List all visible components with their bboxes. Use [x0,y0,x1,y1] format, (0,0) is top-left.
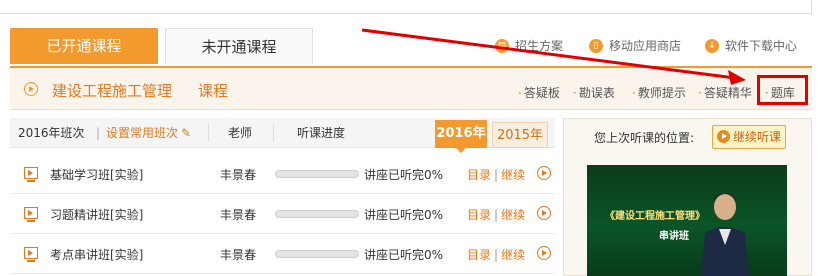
play-icon [717,130,730,143]
progress-status: 讲座已听完0% [364,248,444,262]
teacher-name: 丰景春 [220,248,257,262]
action-separator: | [494,208,499,222]
lecturer-image [701,193,749,276]
progress-status: 讲座已听完0% [364,168,444,182]
continue-link[interactable]: 继续 [501,208,525,222]
video-monitor-icon [24,247,38,262]
active-year-caret [456,148,466,153]
set-common-class-link[interactable]: 设置常用班次 ✎ [106,118,193,148]
tab-unopened-courses[interactable]: 未开通课程 [165,28,313,64]
teacher-header: 老师 [228,126,253,140]
class-name[interactable]: 基础学习班[实验] [50,166,143,183]
class-year-label: 2016年班次 [18,126,85,140]
catalog-link[interactable]: 目录 [467,208,491,222]
column-divider [208,124,209,142]
video-monitor-icon [24,207,38,222]
errata-link[interactable]: · 勘误表 [573,84,615,101]
enroll-plan-label: 招生方案 [515,39,564,53]
table-row: 基础学习班[实验] 丰景春 讲座已听完0% 目录 | 继续 [10,154,555,194]
top-border-band [0,0,812,14]
software-download-label: 软件下载中心 [725,39,798,53]
video-monitor-icon [24,167,38,182]
progress-bar [275,210,359,218]
table-row: 习题精讲班[实验] 丰景春 讲座已听完0% 目录 | 继续 [10,194,555,234]
progress-bar [275,250,359,258]
teacher-tips-link[interactable]: · 教师提示 [632,84,686,101]
highlight-box [757,75,808,105]
action-separator: | [494,248,499,262]
play-circle-icon[interactable] [537,246,551,260]
thumbnail-title: 《建设工程施工管理》 [605,211,705,222]
column-divider [273,124,274,142]
teacher-name: 丰景春 [220,168,257,182]
last-position-label: 您上次听课的位置: [594,131,695,145]
software-download-link[interactable]: ↓ 软件下载中心 [705,38,797,54]
table-row: 考点串讲班[实验] 丰景春 讲座已听完0% 目录 | 继续 [10,234,555,274]
class-name[interactable]: 考点串讲班[实验] [50,246,143,263]
download-icon: ↓ [705,39,719,53]
catalog-link[interactable]: 目录 [467,248,491,262]
continue-link[interactable]: 继续 [501,168,525,182]
mobile-store-label: 移动应用商店 [609,39,682,53]
qa-board-link[interactable]: · 答疑板 [518,84,560,101]
header-separator: | [96,126,101,140]
table-header: 2016年班次 | 设置常用班次 ✎ 老师 听课进度 2016年 2015年 [10,118,555,153]
year-tab-2015[interactable]: 2015年 [492,122,548,148]
action-separator: | [494,168,499,182]
video-thumbnail[interactable]: 《建设工程施工管理》 串讲班 [587,165,787,276]
play-circle-icon [24,82,38,96]
course-subtitle: 课程 [198,82,229,100]
mobile-store-link[interactable]: ▯ 移动应用商店 [589,38,681,54]
progress-bar [275,170,359,178]
play-circle-icon[interactable] [537,166,551,180]
course-title[interactable]: 建设工程施工管理 [52,80,172,101]
course-header: 建设工程施工管理 课程 · 答疑板 · 勘误表 · 教师提示 · 答疑精华 · 题库 [10,66,812,110]
progress-status: 讲座已听完0% [364,208,444,222]
qa-essence-link[interactable]: · 答疑精华 [698,84,752,101]
continue-listening-button[interactable]: 继续听课 [712,125,786,149]
progress-header: 听课进度 [297,126,346,140]
class-name[interactable]: 习题精讲班[实验] [50,206,143,223]
catalog-link[interactable]: 目录 [467,168,491,182]
phone-icon: ▯ [589,39,603,53]
thumbnail-subtitle: 串讲班 [659,231,689,242]
year-tab-2016[interactable]: 2016年 [435,120,487,148]
last-position-panel: 您上次听课的位置: 继续听课 《建设工程施工管理》 串讲班 [563,118,812,276]
pencil-icon: ✎ [181,126,192,140]
tab-opened-courses[interactable]: 已开通课程 [10,28,158,64]
enroll-plan-link[interactable]: ▤ 招生方案 [495,38,563,54]
document-icon: ▤ [495,39,509,53]
continue-link[interactable]: 继续 [501,248,525,262]
teacher-name: 丰景春 [220,208,257,222]
play-circle-icon[interactable] [537,206,551,220]
